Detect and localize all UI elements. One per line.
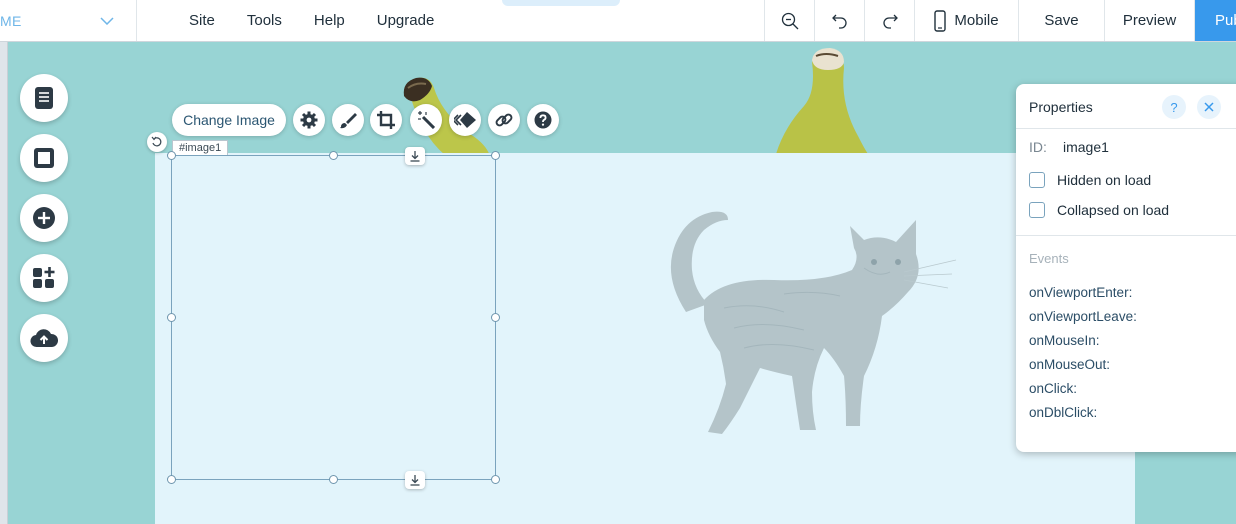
rotate-icon (151, 136, 162, 147)
top-tab-notch (502, 0, 620, 6)
add-apps-button[interactable] (20, 254, 68, 302)
resize-handle-bottom-right[interactable] (491, 475, 500, 484)
publish-button[interactable]: Pub (1194, 0, 1236, 41)
mobile-phone-icon (934, 9, 947, 32)
animation-icon (454, 112, 476, 128)
pages-icon (35, 87, 53, 109)
resize-handle-top[interactable] (329, 151, 338, 160)
preview-button[interactable]: Preview (1104, 0, 1194, 41)
download-arrow-icon (410, 474, 420, 486)
hidden-on-load-option[interactable]: Hidden on load (1029, 172, 1151, 188)
resize-handle-bottom-left[interactable] (167, 475, 176, 484)
brush-icon (340, 113, 357, 129)
crop-button[interactable] (370, 104, 402, 136)
zoom-out-button[interactable] (764, 0, 814, 41)
menu-item-help[interactable]: Help (298, 12, 361, 29)
resize-handle-left[interactable] (167, 313, 176, 322)
enhance-button[interactable] (410, 104, 442, 136)
properties-close-button[interactable] (1197, 95, 1221, 119)
main-menu: Site Tools Help Upgrade (137, 0, 764, 41)
page-name: ME (0, 12, 22, 29)
resize-handle-top-left[interactable] (167, 151, 176, 160)
background-button[interactable] (20, 134, 68, 182)
change-image-button[interactable]: Change Image (172, 104, 286, 136)
element-id-tag: #image1 (172, 140, 229, 155)
page-selector[interactable]: ME (0, 0, 137, 41)
undo-button[interactable] (814, 0, 864, 41)
event-on-click[interactable]: onClick: (1029, 381, 1137, 405)
settings-button[interactable] (293, 104, 325, 136)
menu-item-upgrade[interactable]: Upgrade (361, 12, 451, 29)
download-arrow-icon (410, 150, 420, 162)
anchor-top-button[interactable] (405, 147, 425, 165)
redo-icon (882, 14, 898, 29)
rotate-handle[interactable] (147, 132, 167, 152)
link-button[interactable] (488, 104, 520, 136)
add-button[interactable] (20, 194, 68, 242)
mobile-view-button[interactable]: Mobile (914, 0, 1018, 41)
menu-item-site[interactable]: Site (173, 12, 231, 29)
upload-button[interactable] (20, 314, 68, 362)
resize-handle-bottom[interactable] (329, 475, 338, 484)
left-edge-strip (0, 42, 8, 524)
cloud-upload-icon (30, 329, 58, 348)
design-button[interactable] (332, 104, 364, 136)
question-mark-icon: ? (1170, 99, 1178, 115)
menu-item-tools[interactable]: Tools (231, 12, 298, 29)
save-button[interactable]: Save (1018, 0, 1104, 41)
events-title: Events (1029, 251, 1069, 266)
animation-button[interactable] (449, 104, 481, 136)
chevron-down-icon (100, 12, 114, 30)
cat-image (670, 211, 957, 434)
event-on-mouse-out[interactable]: onMouseOut: (1029, 357, 1137, 381)
redo-button[interactable] (864, 0, 914, 41)
resize-handle-right[interactable] (491, 313, 500, 322)
events-list: onViewportEnter: onViewportLeave: onMous… (1029, 285, 1137, 429)
crop-icon (377, 111, 395, 129)
anchor-bottom-button[interactable] (405, 471, 425, 489)
magic-wand-icon (418, 111, 435, 129)
gear-icon (300, 111, 318, 129)
divider (1016, 235, 1236, 236)
properties-help-button[interactable]: ? (1162, 95, 1186, 119)
plus-circle-icon (33, 207, 55, 229)
hidden-on-load-label: Hidden on load (1057, 172, 1152, 188)
apps-plus-icon (33, 267, 55, 288)
pages-button[interactable] (20, 74, 68, 122)
properties-title: Properties (1029, 99, 1093, 115)
resize-handle-top-right[interactable] (491, 151, 500, 160)
link-icon (495, 113, 513, 127)
collapsed-on-load-option[interactable]: Collapsed on load (1029, 202, 1169, 218)
collapsed-on-load-checkbox[interactable] (1029, 202, 1045, 218)
id-value[interactable]: image1 (1063, 139, 1109, 155)
undo-icon (831, 14, 847, 29)
event-on-mouse-in[interactable]: onMouseIn: (1029, 333, 1137, 357)
banana-image-right (776, 48, 868, 154)
event-on-dbl-click[interactable]: onDblClick: (1029, 405, 1137, 429)
event-on-viewport-enter[interactable]: onViewportEnter: (1029, 285, 1137, 309)
banana-image-left (403, 77, 490, 156)
square-frame-icon (34, 148, 54, 168)
help-button[interactable] (527, 104, 559, 136)
collapsed-on-load-label: Collapsed on load (1057, 202, 1170, 218)
id-label: ID: (1029, 139, 1047, 155)
event-on-viewport-leave[interactable]: onViewportLeave: (1029, 309, 1137, 333)
close-icon (1204, 102, 1214, 112)
image-selection-box[interactable] (171, 155, 496, 480)
divider (1016, 128, 1236, 129)
properties-panel: Properties ? ID: image1 Hidden on load C… (1016, 84, 1236, 452)
top-bar: ME Site Tools Help Upgrade Mobile Save P… (0, 0, 1236, 42)
mobile-label: Mobile (954, 12, 999, 29)
hidden-on-load-checkbox[interactable] (1029, 172, 1045, 188)
zoom-out-icon (781, 12, 798, 29)
help-circle-icon (534, 111, 552, 129)
